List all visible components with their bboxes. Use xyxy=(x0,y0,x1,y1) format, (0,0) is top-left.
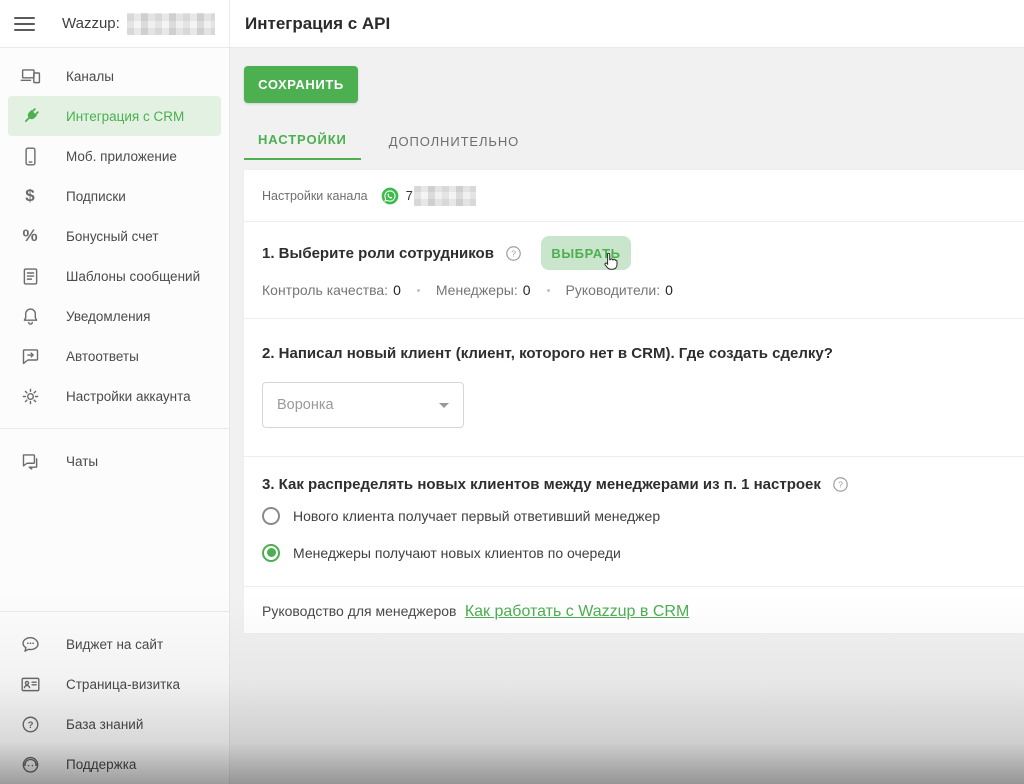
channel-phone-blurred xyxy=(413,185,476,206)
stat-label: Контроль качества: xyxy=(262,282,389,298)
sidebar-item-bonus-account[interactable]: % Бонусный счет xyxy=(8,216,221,256)
stat-value: 0 xyxy=(665,282,673,298)
settings-card: Настройки канала 7 1. Выберите роли сотр… xyxy=(244,170,1024,633)
svg-text:?: ? xyxy=(838,480,843,490)
dollar-icon: $ xyxy=(25,186,35,205)
channel-settings-label: Настройки канала xyxy=(262,188,368,203)
bell-icon xyxy=(18,304,42,328)
sidebar-divider xyxy=(0,611,229,612)
sidebar-item-label: Страница-визитка xyxy=(66,676,181,692)
radio-checked-icon xyxy=(262,543,280,562)
account-name-blurred xyxy=(126,12,215,35)
channel-settings-row: Настройки канала 7 xyxy=(244,170,1024,222)
svg-text:?: ? xyxy=(511,248,516,258)
role-stats: Контроль качества: 0 Менеджеры: 0 Руково… xyxy=(262,282,1006,298)
help-icon[interactable]: ? xyxy=(831,475,850,494)
stat-value: 0 xyxy=(522,282,531,298)
tab-settings[interactable]: НАСТРОЙКИ xyxy=(244,132,361,160)
sidebar-item-label: Настройки аккаунта xyxy=(66,388,191,404)
widget-bubble-icon xyxy=(18,632,42,656)
funnel-dropdown-value: Воронка xyxy=(277,397,334,413)
main-content: СОХРАНИТЬ НАСТРОЙКИ ДОПОЛНИТЕЛЬНО Настро… xyxy=(230,48,1024,784)
whatsapp-icon xyxy=(380,186,400,206)
tab-bar: НАСТРОЙКИ ДОПОЛНИТЕЛЬНО xyxy=(244,126,533,160)
percent-icon: % xyxy=(22,226,38,245)
sidebar-item-label: База знаний xyxy=(66,716,144,732)
sidebar-item-chats[interactable]: Чаты xyxy=(8,441,221,481)
svg-text:?: ? xyxy=(27,719,33,730)
section-title: 1. Выберите роли сотрудников xyxy=(262,244,494,262)
gear-icon xyxy=(18,384,42,408)
chevron-down-icon xyxy=(439,402,449,408)
save-button[interactable]: СОХРАНИТЬ xyxy=(244,66,358,103)
sidebar-item-mobile-app[interactable]: Моб. приложение xyxy=(8,136,221,176)
radio-round-robin[interactable]: Менеджеры получают новых клиентов по оче… xyxy=(262,537,1006,568)
sidebar-item-label: Моб. приложение xyxy=(66,148,177,164)
document-icon xyxy=(18,264,42,288)
sidebar-item-label: Автоответы xyxy=(66,348,139,364)
sidebar-item-label: Виджет на сайт xyxy=(66,636,164,652)
funnel-dropdown[interactable]: Воронка xyxy=(262,382,464,428)
sidebar-item-knowledge-base[interactable]: ? База знаний xyxy=(8,704,221,744)
sidebar-item-crm-integration[interactable]: Интеграция с CRM xyxy=(8,96,221,136)
tab-additional[interactable]: ДОПОЛНИТЕЛЬНО xyxy=(375,134,533,160)
sidebar-item-label: Бонусный счет xyxy=(66,228,159,244)
question-circle-icon: ? xyxy=(18,712,42,736)
section-manager-guide: Руководство для менеджеров Как работать … xyxy=(244,587,1024,637)
sidebar-divider xyxy=(0,428,229,429)
sidebar-item-auto-replies[interactable]: Автоответы xyxy=(8,336,221,376)
dot-separator xyxy=(416,288,420,292)
sidebar-item-label: Поддержка xyxy=(66,756,137,772)
dot-separator xyxy=(546,288,550,292)
sidebar-item-site-widget[interactable]: Виджет на сайт xyxy=(8,624,221,664)
top-bar: Wazzup: Интеграция с API xyxy=(0,0,1024,48)
section-new-client: 2. Написал новый клиент (клиент, которог… xyxy=(244,319,1024,457)
sidebar-item-support[interactable]: Поддержка xyxy=(8,744,221,784)
channel-phone-prefix: 7 xyxy=(405,188,413,203)
sidebar-item-message-templates[interactable]: Шаблоны сообщений xyxy=(8,256,221,296)
section-client-distribution: 3. Как распределять новых клиентов между… xyxy=(244,457,1024,587)
mouse-cursor-icon xyxy=(599,251,623,275)
guide-link[interactable]: Как работать с Wazzup в CRM xyxy=(465,603,689,620)
menu-icon[interactable] xyxy=(14,16,35,31)
topbar-left: Wazzup: xyxy=(0,0,230,47)
stat-value: 0 xyxy=(393,282,401,298)
smartphone-icon xyxy=(18,144,42,168)
section-title: 3. Как распределять новых клиентов между… xyxy=(262,476,821,493)
radio-label: Менеджеры получают новых клиентов по оче… xyxy=(293,544,621,561)
sidebar-item-channels[interactable]: Каналы xyxy=(8,56,221,96)
radio-icon xyxy=(262,506,280,525)
plug-icon xyxy=(18,104,42,128)
sidebar-item-label: Шаблоны сообщений xyxy=(66,268,201,284)
vcard-icon xyxy=(18,672,42,696)
page-title: Интеграция с API xyxy=(245,14,391,33)
sidebar-item-label: Подписки xyxy=(66,188,126,204)
devices-icon xyxy=(18,64,42,88)
radio-label: Нового клиента получает первый ответивши… xyxy=(293,507,661,524)
sidebar-item-label: Каналы xyxy=(66,68,114,84)
sidebar: Каналы Интеграция с CRM Моб. приложение … xyxy=(0,48,230,784)
sidebar-item-subscriptions[interactable]: $ Подписки xyxy=(8,176,221,216)
stat-label: Руководители: xyxy=(565,282,661,298)
sidebar-item-label: Чаты xyxy=(66,453,99,469)
help-icon[interactable]: ? xyxy=(504,244,523,263)
auto-reply-icon xyxy=(18,344,42,368)
section-employee-roles: 1. Выберите роли сотрудников ? ВЫБРАТЬ К… xyxy=(244,222,1024,319)
support-icon xyxy=(18,752,42,776)
guide-text: Руководство для менеджеров xyxy=(262,603,457,619)
sidebar-item-account-settings[interactable]: Настройки аккаунта xyxy=(8,376,221,416)
chats-icon xyxy=(18,449,42,473)
radio-first-responder[interactable]: Нового клиента получает первый ответивши… xyxy=(262,500,1006,531)
brand-label: Wazzup: xyxy=(62,15,120,32)
stat-label: Менеджеры: xyxy=(435,282,518,298)
sidebar-item-notifications[interactable]: Уведомления xyxy=(8,296,221,336)
sidebar-item-business-card-page[interactable]: Страница-визитка xyxy=(8,664,221,704)
sidebar-item-label: Интеграция с CRM xyxy=(66,108,185,124)
section-title: 2. Написал новый клиент (клиент, которог… xyxy=(262,345,833,362)
sidebar-item-label: Уведомления xyxy=(66,308,151,324)
